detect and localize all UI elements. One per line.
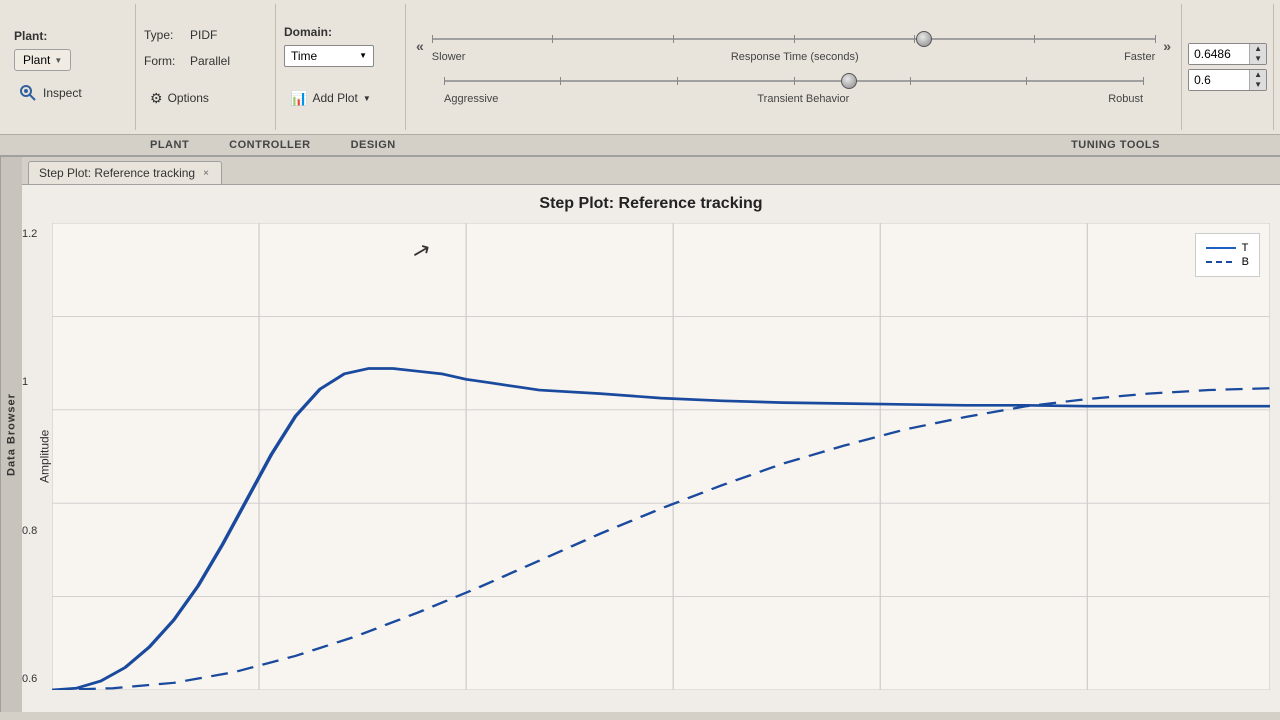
spinner1-buttons: ▲ ▼ — [1249, 44, 1266, 64]
spinner1-down-button[interactable]: ▼ — [1250, 54, 1266, 64]
legend-solid-label: T — [1242, 242, 1249, 254]
design-tab[interactable]: DESIGN — [331, 135, 416, 155]
domain-select[interactable]: Time ▼ — [284, 45, 374, 67]
slider-group: « S — [416, 29, 1171, 105]
response-time-label: Response Time (seconds) — [731, 51, 859, 63]
main-content: Data Browser Step Plot: Reference tracki… — [0, 157, 1280, 712]
chart-wrapper: Amplitude 1.2 1 0.8 0.6 — [32, 223, 1270, 690]
gear-icon: ⚙ — [150, 90, 163, 107]
form-label: Form: — [144, 54, 184, 68]
transient-slider-thumb[interactable] — [841, 73, 857, 89]
close-icon[interactable]: × — [201, 168, 211, 179]
aggressive-label: Aggressive — [444, 93, 498, 105]
tuning-tools-tab[interactable]: TUNING TOOLS — [1051, 135, 1180, 155]
plant-section: Plant: Plant ▼ Inspect — [6, 4, 136, 130]
inspect-label: Inspect — [43, 86, 82, 100]
form-row: Form: Parallel — [144, 54, 230, 68]
plant-dropdown[interactable]: Plant ▼ — [14, 49, 71, 71]
chart-area: Step Plot: Reference tracking Amplitude … — [22, 185, 1280, 712]
y-tick-08-val: 0.8 — [22, 525, 37, 537]
legend-dashed-label: B — [1242, 256, 1249, 268]
response-time-slider-row: « S — [416, 29, 1171, 63]
type-form-section: Type: PIDF Form: Parallel ⚙ Options — [136, 4, 276, 130]
y-tick-06-val: 0.6 — [22, 673, 37, 685]
spinner1-up-button[interactable]: ▲ — [1250, 44, 1266, 54]
value-input-section: ▲ ▼ ▲ ▼ — [1182, 4, 1274, 130]
data-browser-sidebar[interactable]: Data Browser — [0, 157, 22, 712]
chart-inner: 1.2 1 0.8 0.6 — [52, 223, 1270, 690]
tab-bar: Step Plot: Reference tracking × — [22, 157, 1280, 185]
controller-tab[interactable]: CONTROLLER — [209, 135, 330, 155]
legend-item-solid: T — [1206, 242, 1249, 254]
slider-prev-button-1[interactable]: « — [416, 38, 424, 54]
add-plot-label: Add Plot — [312, 91, 357, 105]
response-time-slider-container: Slower Response Time (seconds) Faster — [432, 29, 1155, 63]
domain-value: Time — [291, 49, 317, 63]
legend-solid-line — [1206, 247, 1236, 249]
legend-item-dashed: B — [1206, 256, 1249, 268]
options-button[interactable]: ⚙ Options — [144, 87, 215, 110]
domain-section: Domain: Time ▼ 📊 Add Plot ▼ — [276, 4, 406, 130]
form-value: Parallel — [190, 54, 230, 68]
chevron-down-icon: ▼ — [54, 56, 62, 65]
chart-legend: T B — [1195, 233, 1260, 277]
inspect-button[interactable]: Inspect — [14, 81, 86, 105]
options-label: Options — [168, 91, 209, 105]
spinner2-buttons: ▲ ▼ — [1249, 70, 1266, 90]
value1-input[interactable] — [1189, 44, 1249, 64]
chevron-down-icon: ▼ — [363, 94, 371, 103]
value2-input[interactable] — [1189, 70, 1249, 90]
chevron-down-icon: ▼ — [359, 51, 367, 60]
y-tick-12: 1.2 — [22, 228, 37, 240]
faster-label: Faster — [1124, 51, 1155, 63]
spinner2-down-button[interactable]: ▼ — [1250, 80, 1266, 90]
response-time-slider-thumb[interactable] — [916, 31, 932, 47]
value1-spinner[interactable]: ▲ ▼ — [1188, 43, 1267, 65]
toolbar: Plant: Plant ▼ Inspect Type: PIDF Form: … — [0, 0, 1280, 135]
transient-slider-container: Aggressive Transient Behavior Robust — [444, 71, 1143, 105]
legend-dashed-icon — [1206, 259, 1236, 265]
spinner2-up-button[interactable]: ▲ — [1250, 70, 1266, 80]
type-value: PIDF — [190, 28, 217, 42]
robust-label: Robust — [1108, 93, 1143, 105]
add-plot-button[interactable]: 📊 Add Plot ▼ — [284, 87, 377, 110]
chart-title: Step Plot: Reference tracking — [32, 195, 1270, 213]
slider-next-button-1[interactable]: » — [1163, 38, 1171, 54]
transient-slider-row: Aggressive Transient Behavior Robust — [416, 71, 1171, 105]
domain-label: Domain: — [284, 25, 332, 39]
tab-label: Step Plot: Reference tracking — [39, 166, 195, 180]
search-icon — [18, 83, 38, 103]
y-tick-1-val: 1 — [22, 376, 37, 388]
step-plot-tab[interactable]: Step Plot: Reference tracking × — [28, 161, 222, 184]
type-label: Type: — [144, 28, 184, 42]
section-labels: PLANT CONTROLLER DESIGN TUNING TOOLS — [0, 135, 1280, 157]
chart-svg — [52, 223, 1270, 690]
chart-icon: 📊 — [290, 90, 307, 107]
plant-label: Plant: — [14, 29, 47, 43]
transient-label: Transient Behavior — [757, 93, 849, 105]
tab-area: Step Plot: Reference tracking × Step Plo… — [22, 157, 1280, 712]
plant-tab[interactable]: PLANT — [130, 135, 209, 155]
type-row: Type: PIDF — [144, 28, 217, 42]
tuning-section: « S — [406, 4, 1182, 130]
value2-spinner[interactable]: ▲ ▼ — [1188, 69, 1267, 91]
slower-label: Slower — [432, 51, 466, 63]
plant-dropdown-value: Plant — [23, 53, 50, 67]
